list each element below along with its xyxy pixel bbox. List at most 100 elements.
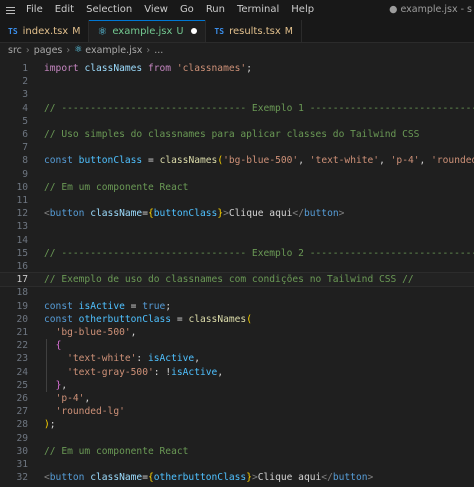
chevron-right-icon: › xyxy=(66,44,71,56)
menu-help[interactable]: Help xyxy=(285,0,320,20)
code-line[interactable]: 22 { xyxy=(0,339,474,352)
tab-index-tsx[interactable]: TS index.tsx M xyxy=(0,20,90,42)
code-line[interactable]: 21 'bg-blue-500', xyxy=(0,326,474,339)
identifier: isActive xyxy=(171,366,218,378)
code-line[interactable]: 13 xyxy=(0,220,474,233)
menu-bar: File Edit Selection View Go Run Terminal… xyxy=(0,0,474,20)
line-number: 23 xyxy=(16,353,28,365)
code-line[interactable]: 25 }, xyxy=(0,379,474,392)
unsaved-dot-icon[interactable] xyxy=(191,28,198,34)
code-line[interactable]: 2 xyxy=(0,75,474,88)
code-line[interactable]: 6 // Uso simples do classnames para aplic… xyxy=(0,128,474,141)
code-line[interactable]: 18 xyxy=(0,286,474,299)
typescript-file-icon: TS xyxy=(214,26,225,36)
code-editor[interactable]: 1 import classNames from 'classnames'; 2 … xyxy=(0,58,474,487)
punctuation: , xyxy=(61,379,68,391)
code-line[interactable]: 1 import classNames from 'classnames'; xyxy=(0,62,474,75)
punctuation: </ xyxy=(321,472,333,484)
punctuation: , xyxy=(419,155,432,167)
keyword: const xyxy=(44,155,73,167)
code-line[interactable]: 10 // Em um componente React xyxy=(0,181,474,194)
code-line[interactable]: 4 // -------------------------------- Exe… xyxy=(0,102,474,115)
code-line[interactable]: 14 xyxy=(0,234,474,247)
menu-view[interactable]: View xyxy=(138,0,174,20)
line-number: 25 xyxy=(16,379,28,391)
comment: // -------------------------------- Exem… xyxy=(44,247,474,259)
code-line[interactable]: 30 // Em um componente React xyxy=(0,445,474,458)
code-line[interactable]: 12 <button className={buttonClass}>Clique… xyxy=(0,207,474,220)
menu-selection[interactable]: Selection xyxy=(80,0,138,20)
menu-run[interactable]: Run xyxy=(200,0,231,20)
code-line[interactable]: 28); xyxy=(0,418,474,431)
untracked-badge: U xyxy=(176,25,184,37)
tab-results-tsx[interactable]: TS results.tsx M xyxy=(206,20,302,42)
tab-label: example.jsx xyxy=(112,25,173,37)
identifier: buttonClass xyxy=(153,208,218,220)
string: 'p-4' xyxy=(55,393,85,404)
identifier: otherbuttonClass xyxy=(153,472,247,484)
function-name: classNames xyxy=(188,313,247,325)
breadcrumb-pages[interactable]: pages xyxy=(34,45,63,56)
line-number: 2 xyxy=(22,76,28,88)
code-line[interactable]: 15 // -------------------------------- Ex… xyxy=(0,247,474,260)
menu-edit[interactable]: Edit xyxy=(49,0,80,20)
code-line[interactable]: 32 <button className={otherbuttonClass}>C… xyxy=(0,471,474,484)
code-line[interactable]: 31 xyxy=(0,458,474,471)
tab-example-jsx[interactable]: ⚛ example.jsx U xyxy=(89,20,207,42)
code-line[interactable]: 7 xyxy=(0,141,474,154)
menu-go[interactable]: Go xyxy=(174,0,200,20)
line-number: 18 xyxy=(16,287,28,299)
string: 'rounded-lg' xyxy=(55,406,125,418)
chevron-right-icon: › xyxy=(25,44,30,56)
line-number: 22 xyxy=(16,340,28,352)
code-line[interactable]: 27 'rounded-lg' xyxy=(0,405,474,418)
identifier: otherbuttonClass xyxy=(78,313,172,325)
code-line[interactable]: 8 const buttonClass = classNames('bg-blue… xyxy=(0,154,474,167)
line-number: 28 xyxy=(16,419,28,431)
comment: // -------------------------------- Exem… xyxy=(44,102,474,114)
code-line[interactable]: 23 'text-white': isActive, xyxy=(0,352,474,365)
modified-badge: M xyxy=(284,25,293,37)
menu-file[interactable]: File xyxy=(20,0,49,20)
line-number: 14 xyxy=(16,234,28,246)
code-line[interactable]: 24 'text-gray-500': !isActive, xyxy=(0,366,474,379)
line-number: 6 xyxy=(22,129,28,140)
breadcrumb: src › pages › ⚛ example.jsx › ... xyxy=(0,42,474,58)
code-line[interactable]: 11 xyxy=(0,194,474,207)
breadcrumb-file[interactable]: example.jsx xyxy=(85,45,142,56)
menu-terminal[interactable]: Terminal xyxy=(231,0,285,20)
tab-label: results.tsx xyxy=(229,25,281,37)
code-line[interactable]: 5 xyxy=(0,115,474,128)
punctuation: , xyxy=(84,393,91,404)
line-number: 17 xyxy=(16,274,28,286)
string: 'bg-blue-500' xyxy=(55,327,131,338)
code-line[interactable]: 3 xyxy=(0,88,474,101)
string: 'bg-blue-500' xyxy=(223,155,299,167)
react-file-icon: ⚛ xyxy=(97,24,108,38)
punctuation: , xyxy=(217,366,224,378)
code-line[interactable]: 20 const otherbuttonClass = classNames( xyxy=(0,313,474,326)
code-line[interactable]: 19 const isActive = true; xyxy=(0,300,474,313)
comment: // Em um componente React xyxy=(44,181,189,193)
keyword: const xyxy=(44,313,73,325)
tab-label: index.tsx xyxy=(22,25,69,37)
breadcrumb-symbols[interactable]: ... xyxy=(154,45,163,56)
jsx-text: Clique aqui xyxy=(228,208,293,220)
typescript-file-icon: TS xyxy=(8,26,18,36)
punctuation: </ xyxy=(292,208,304,220)
breadcrumb-src[interactable]: src xyxy=(8,45,22,56)
keyword: const xyxy=(44,300,73,312)
line-number: 8 xyxy=(22,155,28,167)
code-line[interactable]: 26 'p-4', xyxy=(0,392,474,405)
punctuation: , xyxy=(298,155,310,167)
code-line[interactable]: 16 xyxy=(0,260,474,273)
jsx-attribute: className xyxy=(90,472,143,484)
code-line[interactable]: 29 xyxy=(0,432,474,445)
code-line[interactable]: 9 xyxy=(0,168,474,181)
app-menu-icon[interactable] xyxy=(0,0,20,20)
jsx-tag: button xyxy=(332,472,368,484)
line-number: 30 xyxy=(16,445,28,457)
code-line-current[interactable]: 17 // Exemplo de uso do classnames com co… xyxy=(0,272,474,288)
line-number: 29 xyxy=(16,432,28,444)
line-number: 9 xyxy=(22,168,28,180)
